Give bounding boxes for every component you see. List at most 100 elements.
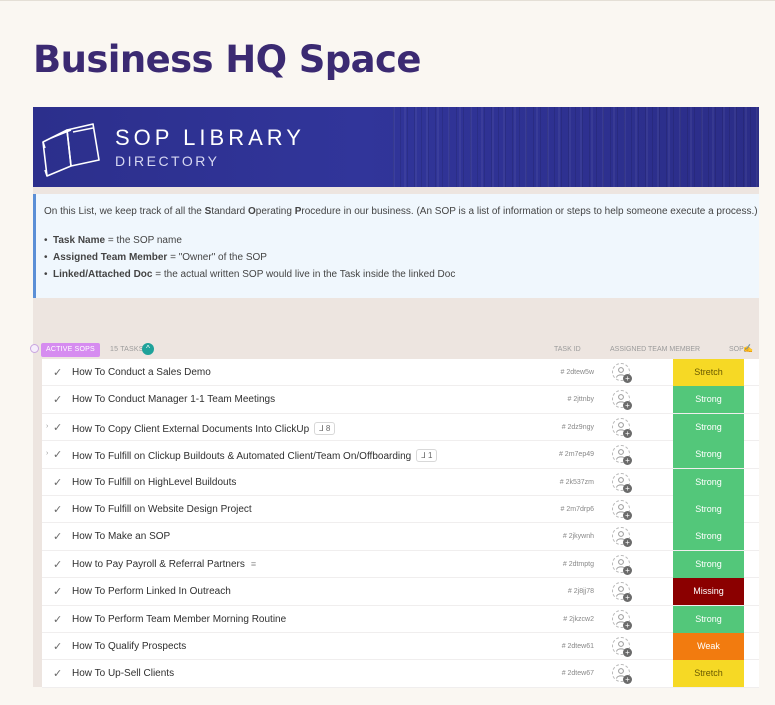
check-icon[interactable]: ✓ [53, 640, 62, 653]
task-id: # 2dtew5w [560, 369, 594, 376]
subtask-count[interactable]: ⅃ 1 [416, 449, 438, 463]
task-id: # 2m7drp6 [560, 505, 594, 513]
plus-icon: + [623, 483, 632, 493]
bullet-icon: • [44, 269, 48, 280]
task-name[interactable]: How To Fulfill on HighLevel Buildouts [72, 477, 236, 488]
task-name[interactable]: How To Conduct Manager 1-1 Team Meetings [72, 394, 275, 405]
column-header-sop[interactable]: SOP [729, 346, 744, 353]
subtask-icon: ⅃ [319, 423, 326, 433]
task-name-text[interactable]: How To Conduct Manager 1-1 Team Meetings [72, 394, 275, 405]
task-name[interactable]: How to Pay Payroll & Referral Partners ≡ [72, 559, 256, 570]
check-icon[interactable]: ✓ [53, 530, 62, 543]
expand-subtasks-icon[interactable]: › [46, 423, 48, 430]
task-id: # 2dz9ngy [561, 423, 594, 431]
check-icon[interactable]: ✓ [53, 667, 62, 680]
check-icon[interactable]: ✓ [53, 613, 62, 626]
check-icon[interactable]: ✓ [53, 503, 62, 516]
task-row[interactable]: ✓ How To Perform Linked In Outreach # 2j8j… [42, 578, 759, 606]
task-row[interactable]: ✓ How To Fulfill on HighLevel Buildouts # … [42, 468, 759, 496]
subtask-count[interactable]: ⅃ 8 [314, 421, 336, 435]
task-row[interactable]: ✓ How To Conduct Manager 1-1 Team Meeting… [42, 386, 759, 414]
task-row[interactable]: › ✓ How To Fulfill on Clickup Buildouts & … [42, 441, 759, 469]
collapse-group-icon[interactable] [30, 344, 39, 353]
group-status-badge[interactable]: ACTIVE SOPS [41, 343, 100, 357]
task-name-text[interactable]: How To Make an SOP [72, 531, 170, 542]
task-name[interactable]: How To Perform Linked In Outreach [72, 586, 231, 597]
sop-status-cell[interactable]: Stretch [673, 359, 744, 386]
add-assignee-icon[interactable]: + [612, 472, 632, 493]
sop-status-cell[interactable]: Weak [673, 632, 744, 660]
task-name[interactable]: How To Fulfill on Website Design Project [72, 504, 252, 515]
description-text: perating [255, 206, 295, 217]
add-assignee-icon[interactable]: + [612, 527, 632, 548]
task-id: # 2dtew61 [561, 642, 594, 650]
task-name-text[interactable]: How To Perform Linked In Outreach [72, 586, 231, 597]
add-assignee-icon[interactable]: + [612, 664, 632, 685]
add-assignee-icon[interactable]: + [612, 445, 632, 466]
sop-status-cell[interactable]: Missing [673, 578, 744, 606]
sop-status-cell[interactable]: Strong [673, 386, 744, 414]
check-icon[interactable]: ✓ [53, 558, 62, 571]
column-header-assigned[interactable]: ASSIGNED TEAM MEMBER [610, 346, 700, 353]
add-assignee-icon[interactable]: + [612, 582, 632, 603]
check-icon[interactable]: ✓ [53, 421, 62, 434]
task-id: # 2j8jj78 [567, 588, 594, 596]
add-assignee-icon[interactable]: + [612, 417, 632, 438]
task-name[interactable]: How To Perform Team Member Morning Routi… [72, 614, 286, 625]
sop-status-cell[interactable]: Strong [673, 413, 744, 441]
task-row[interactable]: ✓ How To Up-Sell Clients # 2dtew67 + Stretch [42, 660, 759, 688]
task-name-text[interactable]: How To Conduct a Sales Demo [72, 367, 211, 378]
task-row[interactable]: ✓ How To Conduct a Sales Demo # 2dtew5w + St… [42, 359, 759, 387]
description-intro: On this List, we keep track of all the S… [44, 206, 759, 217]
plus-icon: + [623, 538, 632, 548]
expand-subtasks-icon[interactable]: › [46, 450, 48, 457]
task-name[interactable]: How To Conduct a Sales Demo [72, 367, 211, 378]
sop-status-cell[interactable]: Strong [673, 550, 744, 578]
check-icon[interactable]: ✓ [53, 585, 62, 598]
add-assignee-icon[interactable]: + [612, 609, 632, 630]
task-row[interactable]: ✓ How To Fulfill on Website Design Projec… [42, 495, 759, 524]
task-name[interactable]: How To Make an SOP [72, 531, 170, 542]
plus-icon: + [623, 510, 632, 520]
description-definition: = the SOP name [105, 235, 182, 246]
task-name-text[interactable]: How To Fulfill on Clickup Buildouts & Au… [72, 451, 411, 462]
sop-status-cell[interactable]: Strong [673, 441, 744, 469]
add-assignee-icon[interactable]: + [612, 554, 632, 575]
task-name[interactable]: How To Copy Client External Documents In… [72, 421, 336, 435]
sop-status-cell[interactable]: Strong [673, 523, 744, 551]
banner-subtitle: DIRECTORY [115, 153, 220, 169]
task-name-text[interactable]: How To Copy Client External Documents In… [72, 424, 309, 435]
task-row[interactable]: ✓ How To Qualify Prospects # 2dtew61 + Weak [42, 632, 759, 661]
task-name-text[interactable]: How to Pay Payroll & Referral Partners [72, 559, 245, 570]
task-name-text[interactable]: How To Perform Team Member Morning Routi… [72, 614, 286, 625]
add-task-icon[interactable]: ^ [142, 343, 154, 355]
plus-icon: + [623, 647, 632, 657]
task-name[interactable]: How To Up-Sell Clients [72, 668, 174, 679]
list-header: ACTIVE SOPS 15 TASKS ^ TASK ID ASSIGNED … [30, 342, 759, 358]
task-row[interactable]: ✓ How to Pay Payroll & Referral Partners ≡… [42, 550, 759, 579]
task-name-text[interactable]: How To Qualify Prospects [72, 641, 186, 652]
add-assignee-icon[interactable]: + [612, 499, 632, 520]
task-name-text[interactable]: How To Fulfill on HighLevel Buildouts [72, 477, 236, 488]
description-term: Linked/Attached Doc [53, 269, 153, 280]
sop-status-cell[interactable]: Strong [673, 495, 744, 523]
task-name[interactable]: How To Qualify Prospects [72, 641, 186, 652]
check-icon[interactable]: ✓ [53, 366, 62, 379]
add-assignee-icon[interactable]: + [612, 363, 632, 383]
task-name-text[interactable]: How To Up-Sell Clients [72, 668, 174, 679]
add-assignee-icon[interactable]: + [612, 636, 632, 657]
sop-status-cell[interactable]: Stretch [673, 660, 744, 688]
sop-status-cell[interactable]: Strong [673, 468, 744, 496]
task-name[interactable]: How To Fulfill on Clickup Buildouts & Au… [72, 449, 438, 463]
task-row[interactable]: › ✓ How To Copy Client External Documents … [42, 413, 759, 442]
sop-status-cell[interactable]: Strong [673, 605, 744, 633]
check-icon[interactable]: ✓ [53, 448, 62, 461]
task-name-text[interactable]: How To Fulfill on Website Design Project [72, 504, 252, 515]
task-id: # 2dtmptg [562, 560, 594, 568]
task-row[interactable]: ✓ How To Make an SOP # 2jkywnh + Strong [42, 523, 759, 551]
task-row[interactable]: ✓ How To Perform Team Member Morning Rout… [42, 605, 759, 633]
add-assignee-icon[interactable]: + [612, 390, 632, 411]
check-icon[interactable]: ✓ [53, 393, 62, 406]
check-icon[interactable]: ✓ [53, 476, 62, 489]
column-header-task-id[interactable]: TASK ID [554, 346, 581, 353]
